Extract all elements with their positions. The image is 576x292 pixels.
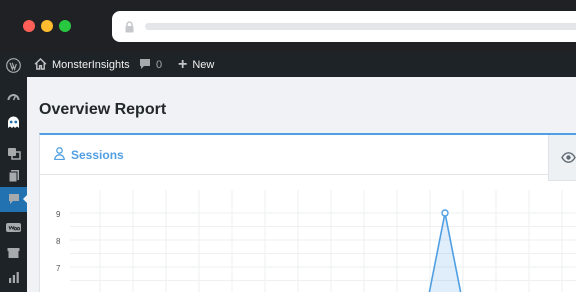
comments-count: 0 [156, 59, 163, 71]
main-content: Overview Report Sessions 9 8 7 [27, 77, 576, 292]
chart-series [428, 209, 462, 292]
chart-y-axis: 9876 [56, 210, 61, 292]
admin-sidebar [0, 77, 28, 292]
tab-sessions-label: Sessions [71, 148, 124, 162]
wordpress-logo-icon[interactable] [6, 53, 21, 77]
page-title: Overview Report [39, 101, 167, 118]
comments-menu-icon[interactable] [6, 191, 21, 206]
view-toggle-panel[interactable] [548, 135, 576, 181]
browser-window: MonsterInsights 0 + New Overview Report … [0, 0, 576, 292]
site-name-link[interactable]: MonsterInsights [34, 53, 130, 77]
products-icon[interactable] [6, 245, 21, 260]
report-card: Sessions 9876 [39, 133, 576, 292]
report-card-header: Sessions [40, 135, 576, 175]
new-content-link[interactable]: + New [178, 53, 214, 77]
dashboard-icon[interactable] [6, 90, 21, 105]
home-icon [34, 57, 47, 73]
comment-icon [139, 58, 151, 73]
y-tick-label: 9 [56, 210, 61, 219]
wordpress-admin-bar: MonsterInsights 0 + New [0, 53, 576, 77]
address-bar[interactable] [112, 11, 576, 42]
monsterinsights-icon[interactable] [6, 115, 21, 130]
y-tick-label: 7 [56, 264, 61, 273]
series-area [429, 213, 461, 292]
url-placeholder [145, 23, 576, 30]
lock-icon [124, 20, 135, 33]
analytics-icon[interactable] [6, 269, 21, 284]
woocommerce-icon[interactable] [6, 221, 21, 236]
minimize-window-button[interactable] [41, 20, 53, 32]
chart-grid [70, 190, 576, 292]
media-icon[interactable] [6, 145, 21, 160]
user-icon [54, 147, 65, 163]
comments-link[interactable]: 0 [139, 53, 162, 77]
y-tick-label: 8 [56, 237, 61, 246]
sessions-chart: 9876 [56, 190, 576, 292]
site-name: MonsterInsights [52, 59, 130, 71]
close-window-button[interactable] [23, 20, 35, 32]
eye-icon [561, 150, 576, 165]
browser-titlebar [0, 0, 576, 53]
maximize-window-button[interactable] [59, 20, 71, 32]
tab-sessions[interactable]: Sessions [54, 147, 124, 163]
pages-icon[interactable] [6, 168, 21, 183]
plus-icon: + [178, 55, 188, 73]
new-label: New [192, 59, 215, 71]
data-point[interactable] [441, 209, 449, 217]
